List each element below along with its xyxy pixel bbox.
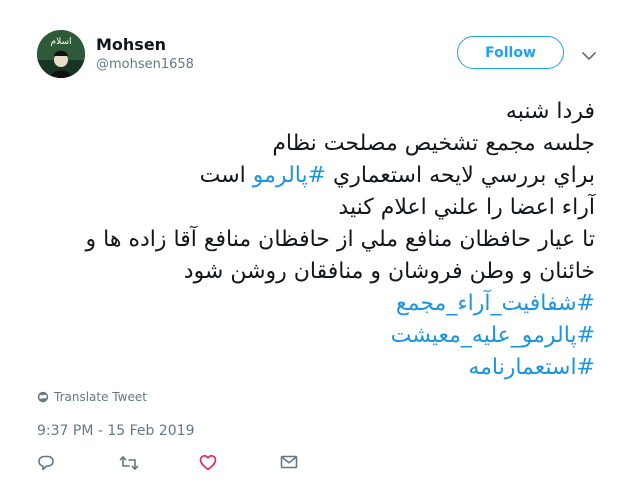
globe-icon — [37, 391, 49, 403]
tweet-text-segment: فردا شنبه — [505, 99, 595, 124]
reply-icon[interactable] — [37, 454, 59, 476]
user-handle[interactable]: @mohsen1658 — [96, 57, 194, 72]
hashtag-link[interactable]: #استعمارنامه — [468, 355, 595, 380]
tweet-timestamp[interactable]: 9:37 PM - 15 Feb 2019 — [37, 423, 195, 439]
tweet-text-line: #استعمارنامه — [35, 352, 595, 384]
translate-tweet-link[interactable]: Translate Tweet — [37, 390, 147, 404]
follow-button[interactable]: Follow — [457, 36, 564, 69]
tweet-actions — [0, 454, 627, 476]
tweet-text-line: جلسه مجمع تشخيص مصلحت نظام — [35, 128, 595, 160]
tweet-text-line: #پالرمو_عليه_معيشت — [35, 320, 595, 352]
tweet-text-segment: است — [199, 163, 253, 188]
avatar-image: اسلام — [37, 30, 85, 78]
translate-label: Translate Tweet — [54, 390, 147, 404]
hashtag-link[interactable]: #پالرمو_عليه_معيشت — [391, 323, 595, 348]
tweet-text: فردا شنبه جلسه مجمع تشخيص مصلحت نظام براي … — [35, 96, 595, 384]
tweet-text-segment: خائنان و وطن فروشان و منافقان روشن شود — [183, 259, 595, 284]
tweet-text-line: #شفافيت_آراء_مجمع — [35, 288, 595, 320]
tweet-text-line: براي بررسي لايحه استعماري #پالرمو است — [35, 160, 595, 192]
tweet-text-segment: آراء اعضا را علني اعلام كنيد — [338, 195, 595, 220]
tweet-text-line: آراء اعضا را علني اعلام كنيد — [35, 192, 595, 224]
tweet-card: اسلام Mohsen @mohsen1658 Follow فردا شنب… — [0, 0, 627, 496]
retweet-icon[interactable] — [119, 454, 141, 476]
display-name[interactable]: Mohsen — [96, 35, 166, 54]
hashtag-link[interactable]: #شفافيت_آراء_مجمع — [396, 291, 595, 316]
heart-icon[interactable] — [199, 454, 221, 476]
avatar[interactable]: اسلام — [37, 30, 85, 78]
tweet-text-segment: جلسه مجمع تشخيص مصلحت نظام — [272, 131, 595, 156]
tweet-text-line: فردا شنبه — [35, 96, 595, 128]
tweet-text-segment: براي بررسي لايحه استعماري — [326, 163, 595, 188]
chevron-down-icon[interactable] — [582, 46, 596, 60]
tweet-text-line: تا عيار حافظان منافع ملي از حافظان منافع… — [35, 224, 595, 256]
tweet-text-segment: تا عيار حافظان منافع ملي از حافظان منافع… — [85, 227, 595, 252]
envelope-icon[interactable] — [280, 454, 302, 476]
avatar-text: اسلام — [51, 37, 72, 47]
hashtag-link[interactable]: #پالرمو — [253, 163, 326, 188]
tweet-text-line: خائنان و وطن فروشان و منافقان روشن شود — [35, 256, 595, 288]
